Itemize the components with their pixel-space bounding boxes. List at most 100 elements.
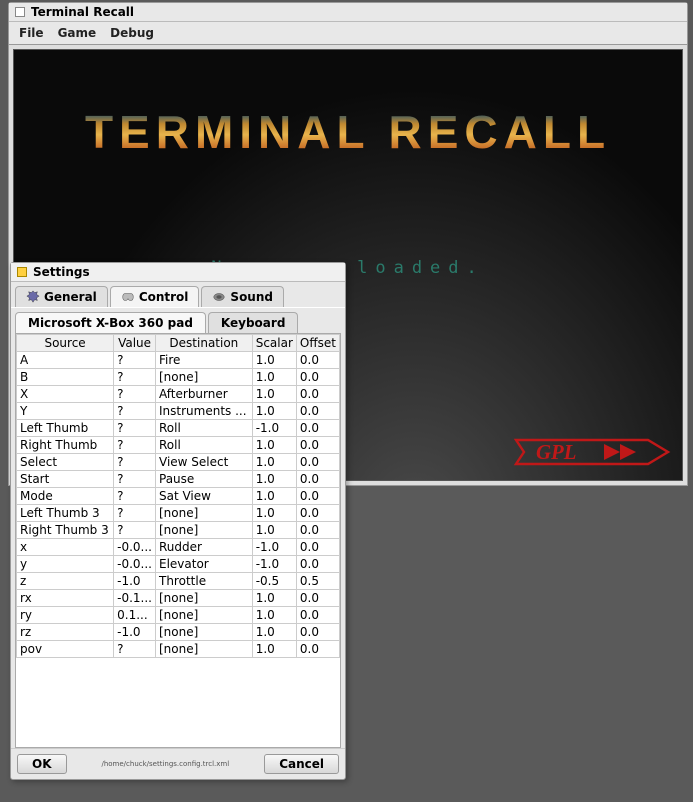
col-destination[interactable]: Destination (156, 335, 253, 352)
cell-off[interactable]: 0.0 (296, 403, 339, 420)
cell-scale[interactable]: -1.0 (252, 539, 296, 556)
cell-val[interactable]: ? (114, 505, 156, 522)
window-control-icon[interactable] (15, 7, 25, 17)
cell-dest[interactable]: [none] (156, 369, 253, 386)
cell-src[interactable]: pov (17, 641, 114, 658)
tab-sound[interactable]: Sound (201, 286, 284, 307)
table-row[interactable]: Mode?Sat View1.00.0 (17, 488, 340, 505)
cell-scale[interactable]: 1.0 (252, 403, 296, 420)
table-row[interactable]: y-0.0...Elevator-1.00.0 (17, 556, 340, 573)
cell-dest[interactable]: Roll (156, 420, 253, 437)
cell-scale[interactable]: 1.0 (252, 454, 296, 471)
table-row[interactable]: Right Thumb?Roll1.00.0 (17, 437, 340, 454)
tab-keyboard[interactable]: Keyboard (208, 312, 299, 333)
cell-src[interactable]: Right Thumb (17, 437, 114, 454)
cell-off[interactable]: 0.0 (296, 471, 339, 488)
table-row[interactable]: Right Thumb 3?[none]1.00.0 (17, 522, 340, 539)
cell-val[interactable]: -1.0 (114, 573, 156, 590)
cell-dest[interactable]: [none] (156, 505, 253, 522)
table-row[interactable]: z-1.0Throttle-0.50.5 (17, 573, 340, 590)
cell-dest[interactable]: Rudder (156, 539, 253, 556)
cell-off[interactable]: 0.0 (296, 522, 339, 539)
cancel-button[interactable]: Cancel (264, 754, 339, 774)
col-scalar[interactable]: Scalar (252, 335, 296, 352)
cell-dest[interactable]: Roll (156, 437, 253, 454)
cell-val[interactable]: -1.0 (114, 624, 156, 641)
cell-scale[interactable]: 1.0 (252, 369, 296, 386)
cell-val[interactable]: -0.0... (114, 539, 156, 556)
table-row[interactable]: rx-0.1...[none]1.00.0 (17, 590, 340, 607)
cell-val[interactable]: ? (114, 454, 156, 471)
col-offset[interactable]: Offset (296, 335, 339, 352)
table-row[interactable]: Select?View Select1.00.0 (17, 454, 340, 471)
cell-val[interactable]: ? (114, 386, 156, 403)
cell-src[interactable]: x (17, 539, 114, 556)
menu-game[interactable]: Game (58, 26, 97, 40)
cell-val[interactable]: ? (114, 369, 156, 386)
cell-src[interactable]: X (17, 386, 114, 403)
cell-scale[interactable]: 1.0 (252, 437, 296, 454)
cell-src[interactable]: Select (17, 454, 114, 471)
cell-off[interactable]: 0.0 (296, 369, 339, 386)
table-row[interactable]: A?Fire1.00.0 (17, 352, 340, 369)
table-row[interactable]: Left Thumb 3?[none]1.00.0 (17, 505, 340, 522)
cell-off[interactable]: 0.0 (296, 437, 339, 454)
table-row[interactable]: X?Afterburner1.00.0 (17, 386, 340, 403)
cell-dest[interactable]: [none] (156, 607, 253, 624)
cell-dest[interactable]: [none] (156, 624, 253, 641)
main-titlebar[interactable]: Terminal Recall (9, 3, 687, 22)
cell-dest[interactable]: Pause (156, 471, 253, 488)
cell-src[interactable]: y (17, 556, 114, 573)
cell-scale[interactable]: 1.0 (252, 641, 296, 658)
cell-val[interactable]: ? (114, 522, 156, 539)
cell-src[interactable]: B (17, 369, 114, 386)
col-source[interactable]: Source (17, 335, 114, 352)
settings-titlebar[interactable]: Settings (11, 263, 345, 282)
cell-off[interactable]: 0.0 (296, 607, 339, 624)
tab-xbox-pad[interactable]: Microsoft X-Box 360 pad (15, 312, 206, 333)
cell-dest[interactable]: [none] (156, 641, 253, 658)
cell-dest[interactable]: [none] (156, 590, 253, 607)
cell-src[interactable]: ry (17, 607, 114, 624)
cell-dest[interactable]: Elevator (156, 556, 253, 573)
cell-scale[interactable]: 1.0 (252, 505, 296, 522)
cell-dest[interactable]: Instruments ... (156, 403, 253, 420)
ok-button[interactable]: OK (17, 754, 67, 774)
cell-scale[interactable]: 1.0 (252, 590, 296, 607)
menu-file[interactable]: File (19, 26, 44, 40)
table-row[interactable]: ry0.1...[none]1.00.0 (17, 607, 340, 624)
cell-dest[interactable]: Throttle (156, 573, 253, 590)
cell-val[interactable]: ? (114, 471, 156, 488)
cell-src[interactable]: Start (17, 471, 114, 488)
cell-off[interactable]: 0.0 (296, 641, 339, 658)
window-control-icon[interactable] (17, 267, 27, 277)
cell-off[interactable]: 0.0 (296, 539, 339, 556)
cell-val[interactable]: ? (114, 403, 156, 420)
cell-off[interactable]: 0.0 (296, 556, 339, 573)
tab-general[interactable]: General (15, 286, 108, 307)
cell-dest[interactable]: View Select (156, 454, 253, 471)
cell-val[interactable]: ? (114, 352, 156, 369)
table-row[interactable]: Y?Instruments ...1.00.0 (17, 403, 340, 420)
cell-off[interactable]: 0.0 (296, 590, 339, 607)
cell-val[interactable]: ? (114, 641, 156, 658)
cell-val[interactable]: ? (114, 420, 156, 437)
cell-off[interactable]: 0.0 (296, 624, 339, 641)
cell-src[interactable]: rz (17, 624, 114, 641)
cell-val[interactable]: 0.1... (114, 607, 156, 624)
table-row[interactable]: pov?[none]1.00.0 (17, 641, 340, 658)
cell-src[interactable]: Left Thumb 3 (17, 505, 114, 522)
table-row[interactable]: rz-1.0[none]1.00.0 (17, 624, 340, 641)
cell-scale[interactable]: -1.0 (252, 420, 296, 437)
cell-scale[interactable]: 1.0 (252, 624, 296, 641)
table-row[interactable]: Left Thumb?Roll-1.00.0 (17, 420, 340, 437)
cell-scale[interactable]: -1.0 (252, 556, 296, 573)
cell-off[interactable]: 0.0 (296, 488, 339, 505)
table-row[interactable]: Start?Pause1.00.0 (17, 471, 340, 488)
cell-src[interactable]: Right Thumb 3 (17, 522, 114, 539)
cell-dest[interactable]: Afterburner (156, 386, 253, 403)
cell-off[interactable]: 0.0 (296, 352, 339, 369)
cell-scale[interactable]: -0.5 (252, 573, 296, 590)
cell-scale[interactable]: 1.0 (252, 352, 296, 369)
col-value[interactable]: Value (114, 335, 156, 352)
